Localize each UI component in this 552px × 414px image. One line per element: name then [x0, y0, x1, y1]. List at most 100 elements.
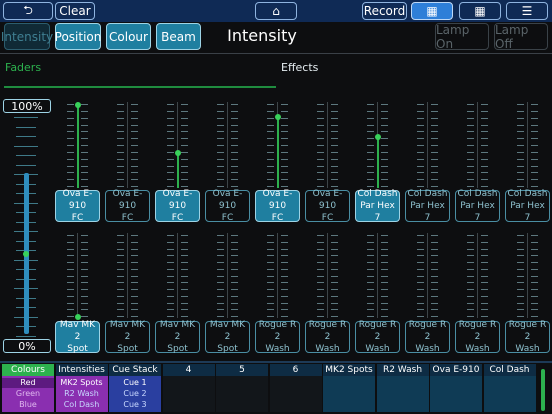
- top-fader-tick: [217, 179, 224, 181]
- bottom-fader-tick: [131, 275, 138, 277]
- top-fader-tick: [117, 117, 124, 119]
- top-fixture-button[interactable]: Col Dash Par Hex 7: [405, 189, 450, 223]
- bottom-fader-tick: [131, 302, 138, 304]
- top-fader-tick: [131, 104, 138, 105]
- bottom-fader-tick: [217, 316, 224, 317]
- bottom-fader-tick: [181, 255, 188, 257]
- playback-slot[interactable]: Col Dash: [483, 364, 536, 412]
- lamp-on-button[interactable]: Lamp On: [435, 23, 489, 51]
- playback-slot[interactable]: MK2 Spots: [323, 364, 375, 412]
- top-fader-tick: [431, 131, 438, 133]
- playback-title: Colours: [2, 364, 54, 376]
- bottom-fader-tick: [367, 262, 374, 263]
- bottom-fader-tick: [231, 268, 238, 270]
- bottom-fader-tick: [481, 248, 488, 250]
- top-fader-tick: [81, 117, 88, 119]
- top-fader-tick: [117, 172, 124, 174]
- bottom-fader-tick: [317, 268, 324, 270]
- top-fixture-button[interactable]: Ova E-910 FC: [55, 189, 100, 223]
- top-fader-tick: [117, 158, 124, 160]
- playback-slot[interactable]: 4: [162, 364, 215, 412]
- bottom-fader-track: [327, 233, 328, 318]
- tab-beam[interactable]: Beam: [156, 23, 201, 50]
- record-button[interactable]: Record: [362, 2, 407, 20]
- top-fixture-button[interactable]: Ova E-910 FC: [305, 189, 350, 223]
- bottom-fixture-button[interactable]: Rogue R 2 Wash: [305, 320, 350, 354]
- tab-effects[interactable]: Effects: [281, 61, 318, 74]
- bottom-fader-tick: [517, 262, 524, 263]
- view-faders-button[interactable]: ▦: [411, 2, 453, 20]
- bottom-fixture-button[interactable]: Rogue R 2 Wash: [355, 320, 400, 354]
- top-fader-tick: [331, 138, 338, 140]
- lamp-off-button[interactable]: Lamp Off: [494, 23, 548, 51]
- bottom-fixture-button[interactable]: Mav MK 2 Spot: [105, 320, 150, 354]
- top-fixture-button[interactable]: Ova E-910 FC: [155, 189, 200, 223]
- bottom-fader-tick: [167, 262, 174, 263]
- clear-button[interactable]: Clear: [55, 2, 95, 20]
- faders-view-icon: ▦: [426, 4, 438, 18]
- tab-position[interactable]: Position: [55, 23, 101, 50]
- top-fader-tick: [431, 124, 438, 126]
- top-fixture-button[interactable]: Ova E-910 FC: [255, 189, 300, 223]
- bottom-fixture-button[interactable]: Mav MK 2 Spot: [55, 320, 100, 354]
- playback-slot[interactable]: Cue Stack Cue 1 Cue 2 Cue 3: [109, 364, 161, 412]
- top-fader-tick: [281, 110, 288, 112]
- top-fixture-button[interactable]: Ova E-910 FC: [205, 189, 250, 223]
- bottom-fader-tick: [231, 282, 238, 284]
- top-fixture-button[interactable]: Ova E-910 FC: [105, 189, 150, 223]
- bottom-fixture-button[interactable]: Mav MK 2 Spot: [155, 320, 200, 354]
- bottom-fader-tick: [467, 248, 474, 250]
- top-fader-tick: [217, 117, 224, 119]
- bottom-fader-tick: [81, 248, 88, 250]
- top-fader-tick: [267, 117, 274, 119]
- top-fader-tick: [281, 131, 288, 133]
- tab-colour[interactable]: Colour: [106, 23, 151, 50]
- bottom-fixture-button[interactable]: Mav MK 2 Spot: [205, 320, 250, 354]
- top-fixture-button[interactable]: Col Dash Par Hex 7: [505, 189, 550, 223]
- top-fader-tick: [317, 158, 324, 160]
- bottom-fader-tick: [67, 289, 74, 290]
- bottom-fixture-button[interactable]: Rogue R 2 Wash: [255, 320, 300, 354]
- top-fader-tick: [217, 131, 224, 133]
- bottom-fixture-button[interactable]: Rogue R 2 Wash: [405, 320, 450, 354]
- top-fader-tick: [231, 179, 238, 181]
- bottom-fader-tick: [317, 302, 324, 304]
- tab-faders[interactable]: Faders: [5, 61, 41, 74]
- playback-slot[interactable]: Intensities MK2 Spots R2 Wash Col Dash: [55, 364, 108, 412]
- top-fader-tick: [81, 179, 88, 181]
- top-fader-tick: [181, 179, 188, 181]
- top-fader-tick: [181, 172, 188, 174]
- bottom-fader-tick: [181, 262, 188, 263]
- bottom-fixture-button[interactable]: Rogue R 2 Wash: [455, 320, 500, 354]
- tab-intensity[interactable]: Intensity: [1, 23, 53, 50]
- playback-slot[interactable]: R2 Wash: [376, 364, 429, 412]
- top-fader-tick: [531, 165, 538, 167]
- top-fader-tick: [167, 117, 174, 119]
- back-button[interactable]: ⮌: [3, 2, 53, 20]
- playback-slot[interactable]: 5: [216, 364, 268, 412]
- bottom-fader-tick: [481, 295, 488, 297]
- top-fader-tick: [367, 110, 374, 112]
- menu-button[interactable]: ☰: [506, 2, 548, 20]
- top-fader-tick: [317, 145, 324, 146]
- top-fader-tick: [267, 104, 274, 105]
- home-button[interactable]: ⌂: [255, 2, 297, 20]
- top-fader-tick: [131, 117, 138, 119]
- bottom-fader-tick: [67, 302, 74, 304]
- bottom-fixture-button[interactable]: Rogue R 2 Wash: [505, 320, 550, 354]
- playback-slot[interactable]: Colours Red Green Blue: [2, 364, 54, 412]
- bottom-fader-tick: [381, 235, 388, 236]
- playback-slot[interactable]: 6: [269, 364, 322, 412]
- top-fixture-button[interactable]: Col Dash Par Hex 7: [455, 189, 500, 223]
- bottom-fader-track: [377, 233, 378, 318]
- top-fixture-button[interactable]: Col Dash Par Hex 7: [355, 189, 400, 223]
- view-grid-button[interactable]: ▦: [459, 2, 501, 20]
- top-fader-tick: [67, 124, 74, 126]
- top-fader-tick: [281, 138, 288, 140]
- top-fader-track: [527, 102, 528, 188]
- top-fader-tick: [467, 179, 474, 181]
- bottom-fader-tick: [467, 289, 474, 290]
- playback-slot[interactable]: Ova E-910: [430, 364, 482, 412]
- top-fader-tick: [467, 110, 474, 112]
- top-fader-tick: [517, 179, 524, 181]
